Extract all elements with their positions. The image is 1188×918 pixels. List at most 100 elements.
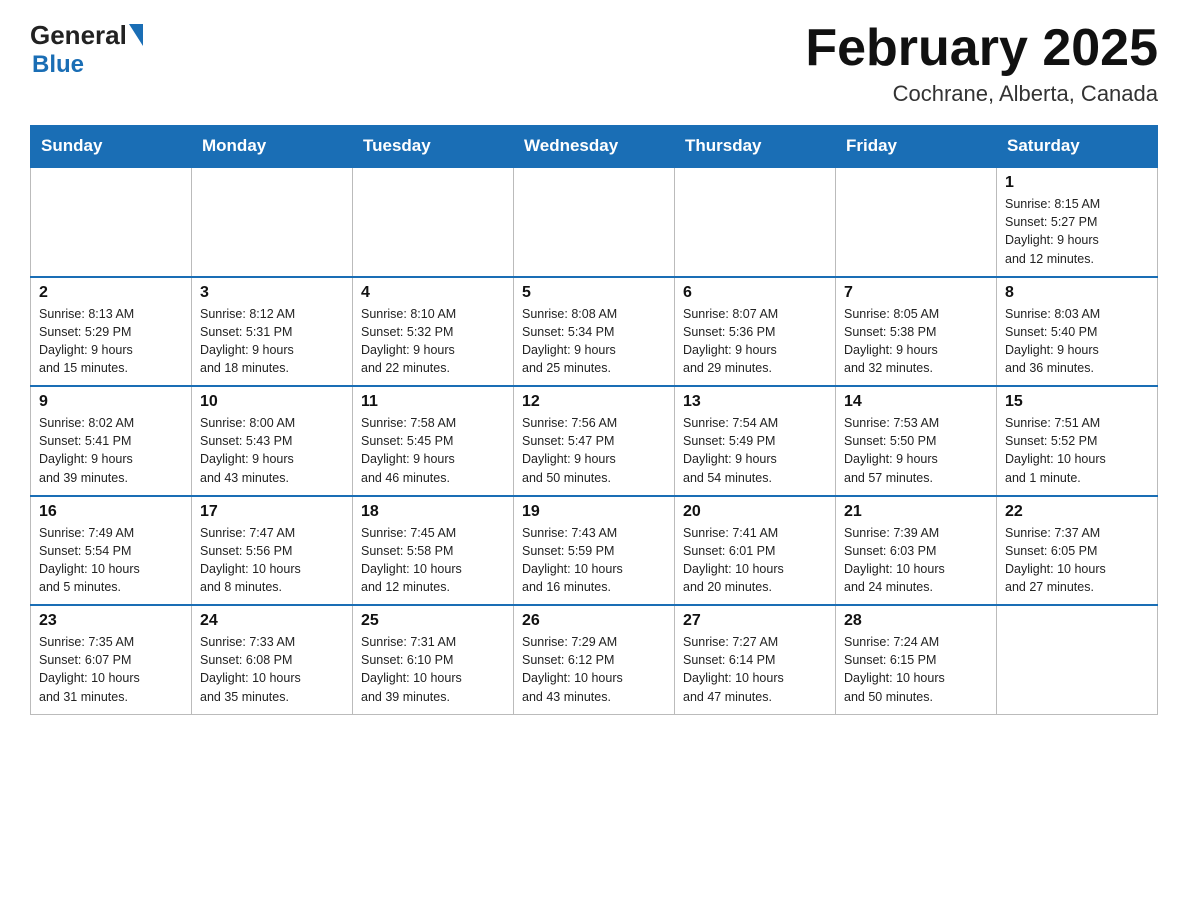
table-row: 9 Sunrise: 8:02 AMSunset: 5:41 PMDaylight… <box>31 386 192 496</box>
day-info: Sunrise: 7:35 AMSunset: 6:07 PMDaylight:… <box>39 633 183 706</box>
day-number: 16 <box>39 503 183 521</box>
calendar-week-row: 16 Sunrise: 7:49 AMSunset: 5:54 PMDayligh… <box>31 496 1158 606</box>
day-info: Sunrise: 7:54 AMSunset: 5:49 PMDaylight:… <box>683 414 827 487</box>
day-info: Sunrise: 8:13 AMSunset: 5:29 PMDaylight:… <box>39 305 183 378</box>
day-number: 27 <box>683 612 827 630</box>
calendar-location: Cochrane, Alberta, Canada <box>805 81 1158 107</box>
day-number: 19 <box>522 503 666 521</box>
day-info: Sunrise: 7:31 AMSunset: 6:10 PMDaylight:… <box>361 633 505 706</box>
day-info: Sunrise: 8:08 AMSunset: 5:34 PMDaylight:… <box>522 305 666 378</box>
day-info: Sunrise: 7:53 AMSunset: 5:50 PMDaylight:… <box>844 414 988 487</box>
day-number: 18 <box>361 503 505 521</box>
day-number: 5 <box>522 284 666 302</box>
day-number: 17 <box>200 503 344 521</box>
table-row: 2 Sunrise: 8:13 AMSunset: 5:29 PMDaylight… <box>31 277 192 387</box>
table-row: 26 Sunrise: 7:29 AMSunset: 6:12 PMDayligh… <box>514 605 675 714</box>
calendar-title-block: February 2025 Cochrane, Alberta, Canada <box>805 20 1158 107</box>
logo: General Blue <box>30 20 143 79</box>
table-row <box>353 167 514 277</box>
day-number: 1 <box>1005 174 1149 192</box>
table-row: 1 Sunrise: 8:15 AMSunset: 5:27 PMDaylight… <box>997 167 1158 277</box>
day-number: 4 <box>361 284 505 302</box>
table-row: 22Sunrise: 7:37 AMSunset: 6:05 PMDayligh… <box>997 496 1158 606</box>
day-info: Sunrise: 7:58 AMSunset: 5:45 PMDaylight:… <box>361 414 505 487</box>
day-info: Sunrise: 7:47 AMSunset: 5:56 PMDaylight:… <box>200 524 344 597</box>
table-row: 4 Sunrise: 8:10 AMSunset: 5:32 PMDaylight… <box>353 277 514 387</box>
day-number: 9 <box>39 393 183 411</box>
day-number: 13 <box>683 393 827 411</box>
table-row: 24 Sunrise: 7:33 AMSunset: 6:08 PMDayligh… <box>192 605 353 714</box>
day-number: 21 <box>844 503 988 521</box>
day-number: 20 <box>683 503 827 521</box>
calendar-week-row: 1 Sunrise: 8:15 AMSunset: 5:27 PMDaylight… <box>31 167 1158 277</box>
col-saturday: Saturday <box>997 126 1158 168</box>
table-row: 12Sunrise: 7:56 AMSunset: 5:47 PMDayligh… <box>514 386 675 496</box>
day-number: 24 <box>200 612 344 630</box>
day-info: Sunrise: 7:45 AMSunset: 5:58 PMDaylight:… <box>361 524 505 597</box>
col-thursday: Thursday <box>675 126 836 168</box>
table-row: 5 Sunrise: 8:08 AMSunset: 5:34 PMDaylight… <box>514 277 675 387</box>
day-info: Sunrise: 7:33 AMSunset: 6:08 PMDaylight:… <box>200 633 344 706</box>
table-row: 17 Sunrise: 7:47 AMSunset: 5:56 PMDayligh… <box>192 496 353 606</box>
day-number: 14 <box>844 393 988 411</box>
day-info: Sunrise: 8:07 AMSunset: 5:36 PMDaylight:… <box>683 305 827 378</box>
col-monday: Monday <box>192 126 353 168</box>
table-row: 21 Sunrise: 7:39 AMSunset: 6:03 PMDayligh… <box>836 496 997 606</box>
day-number: 15 <box>1005 393 1149 411</box>
calendar-week-row: 9 Sunrise: 8:02 AMSunset: 5:41 PMDaylight… <box>31 386 1158 496</box>
table-row: 10 Sunrise: 8:00 AMSunset: 5:43 PMDayligh… <box>192 386 353 496</box>
day-number: 2 <box>39 284 183 302</box>
day-info: Sunrise: 7:39 AMSunset: 6:03 PMDaylight:… <box>844 524 988 597</box>
day-info: Sunrise: 7:51 AMSunset: 5:52 PMDaylight:… <box>1005 414 1149 487</box>
table-row: 27 Sunrise: 7:27 AMSunset: 6:14 PMDayligh… <box>675 605 836 714</box>
day-info: Sunrise: 8:00 AMSunset: 5:43 PMDaylight:… <box>200 414 344 487</box>
day-number: 26 <box>522 612 666 630</box>
table-row: 6Sunrise: 8:07 AMSunset: 5:36 PMDaylight… <box>675 277 836 387</box>
table-row: 15 Sunrise: 7:51 AMSunset: 5:52 PMDayligh… <box>997 386 1158 496</box>
day-info: Sunrise: 7:29 AMSunset: 6:12 PMDaylight:… <box>522 633 666 706</box>
day-info: Sunrise: 7:49 AMSunset: 5:54 PMDaylight:… <box>39 524 183 597</box>
logo-triangle-icon <box>129 24 143 46</box>
col-sunday: Sunday <box>31 126 192 168</box>
table-row: 3 Sunrise: 8:12 AMSunset: 5:31 PMDaylight… <box>192 277 353 387</box>
day-info: Sunrise: 7:27 AMSunset: 6:14 PMDaylight:… <box>683 633 827 706</box>
table-row: 7Sunrise: 8:05 AMSunset: 5:38 PMDaylight… <box>836 277 997 387</box>
logo-blue-text: Blue <box>32 51 84 79</box>
table-row: 11Sunrise: 7:58 AMSunset: 5:45 PMDayligh… <box>353 386 514 496</box>
table-row: 8Sunrise: 8:03 AMSunset: 5:40 PMDaylight… <box>997 277 1158 387</box>
day-info: Sunrise: 8:10 AMSunset: 5:32 PMDaylight:… <box>361 305 505 378</box>
day-number: 28 <box>844 612 988 630</box>
day-number: 3 <box>200 284 344 302</box>
day-info: Sunrise: 7:41 AMSunset: 6:01 PMDaylight:… <box>683 524 827 597</box>
table-row <box>997 605 1158 714</box>
day-info: Sunrise: 8:02 AMSunset: 5:41 PMDaylight:… <box>39 414 183 487</box>
day-info: Sunrise: 8:03 AMSunset: 5:40 PMDaylight:… <box>1005 305 1149 378</box>
table-row: 18 Sunrise: 7:45 AMSunset: 5:58 PMDayligh… <box>353 496 514 606</box>
day-number: 25 <box>361 612 505 630</box>
calendar-week-row: 23 Sunrise: 7:35 AMSunset: 6:07 PMDayligh… <box>31 605 1158 714</box>
table-row: 28Sunrise: 7:24 AMSunset: 6:15 PMDayligh… <box>836 605 997 714</box>
logo-general-text: General <box>30 20 127 51</box>
table-row: 16 Sunrise: 7:49 AMSunset: 5:54 PMDayligh… <box>31 496 192 606</box>
table-row: 25 Sunrise: 7:31 AMSunset: 6:10 PMDayligh… <box>353 605 514 714</box>
day-number: 23 <box>39 612 183 630</box>
day-info: Sunrise: 8:12 AMSunset: 5:31 PMDaylight:… <box>200 305 344 378</box>
table-row <box>192 167 353 277</box>
day-info: Sunrise: 8:05 AMSunset: 5:38 PMDaylight:… <box>844 305 988 378</box>
col-tuesday: Tuesday <box>353 126 514 168</box>
table-row: 20 Sunrise: 7:41 AMSunset: 6:01 PMDayligh… <box>675 496 836 606</box>
day-number: 10 <box>200 393 344 411</box>
col-friday: Friday <box>836 126 997 168</box>
table-row: 13 Sunrise: 7:54 AMSunset: 5:49 PMDayligh… <box>675 386 836 496</box>
day-info: Sunrise: 8:15 AMSunset: 5:27 PMDaylight:… <box>1005 195 1149 268</box>
table-row <box>31 167 192 277</box>
table-row: 19 Sunrise: 7:43 AMSunset: 5:59 PMDayligh… <box>514 496 675 606</box>
table-row: 14 Sunrise: 7:53 AMSunset: 5:50 PMDayligh… <box>836 386 997 496</box>
page-header: General Blue February 2025 Cochrane, Alb… <box>30 20 1158 107</box>
table-row: 23 Sunrise: 7:35 AMSunset: 6:07 PMDayligh… <box>31 605 192 714</box>
calendar-week-row: 2 Sunrise: 8:13 AMSunset: 5:29 PMDaylight… <box>31 277 1158 387</box>
table-row <box>675 167 836 277</box>
col-wednesday: Wednesday <box>514 126 675 168</box>
day-info: Sunrise: 7:43 AMSunset: 5:59 PMDaylight:… <box>522 524 666 597</box>
calendar-month-year: February 2025 <box>805 20 1158 77</box>
